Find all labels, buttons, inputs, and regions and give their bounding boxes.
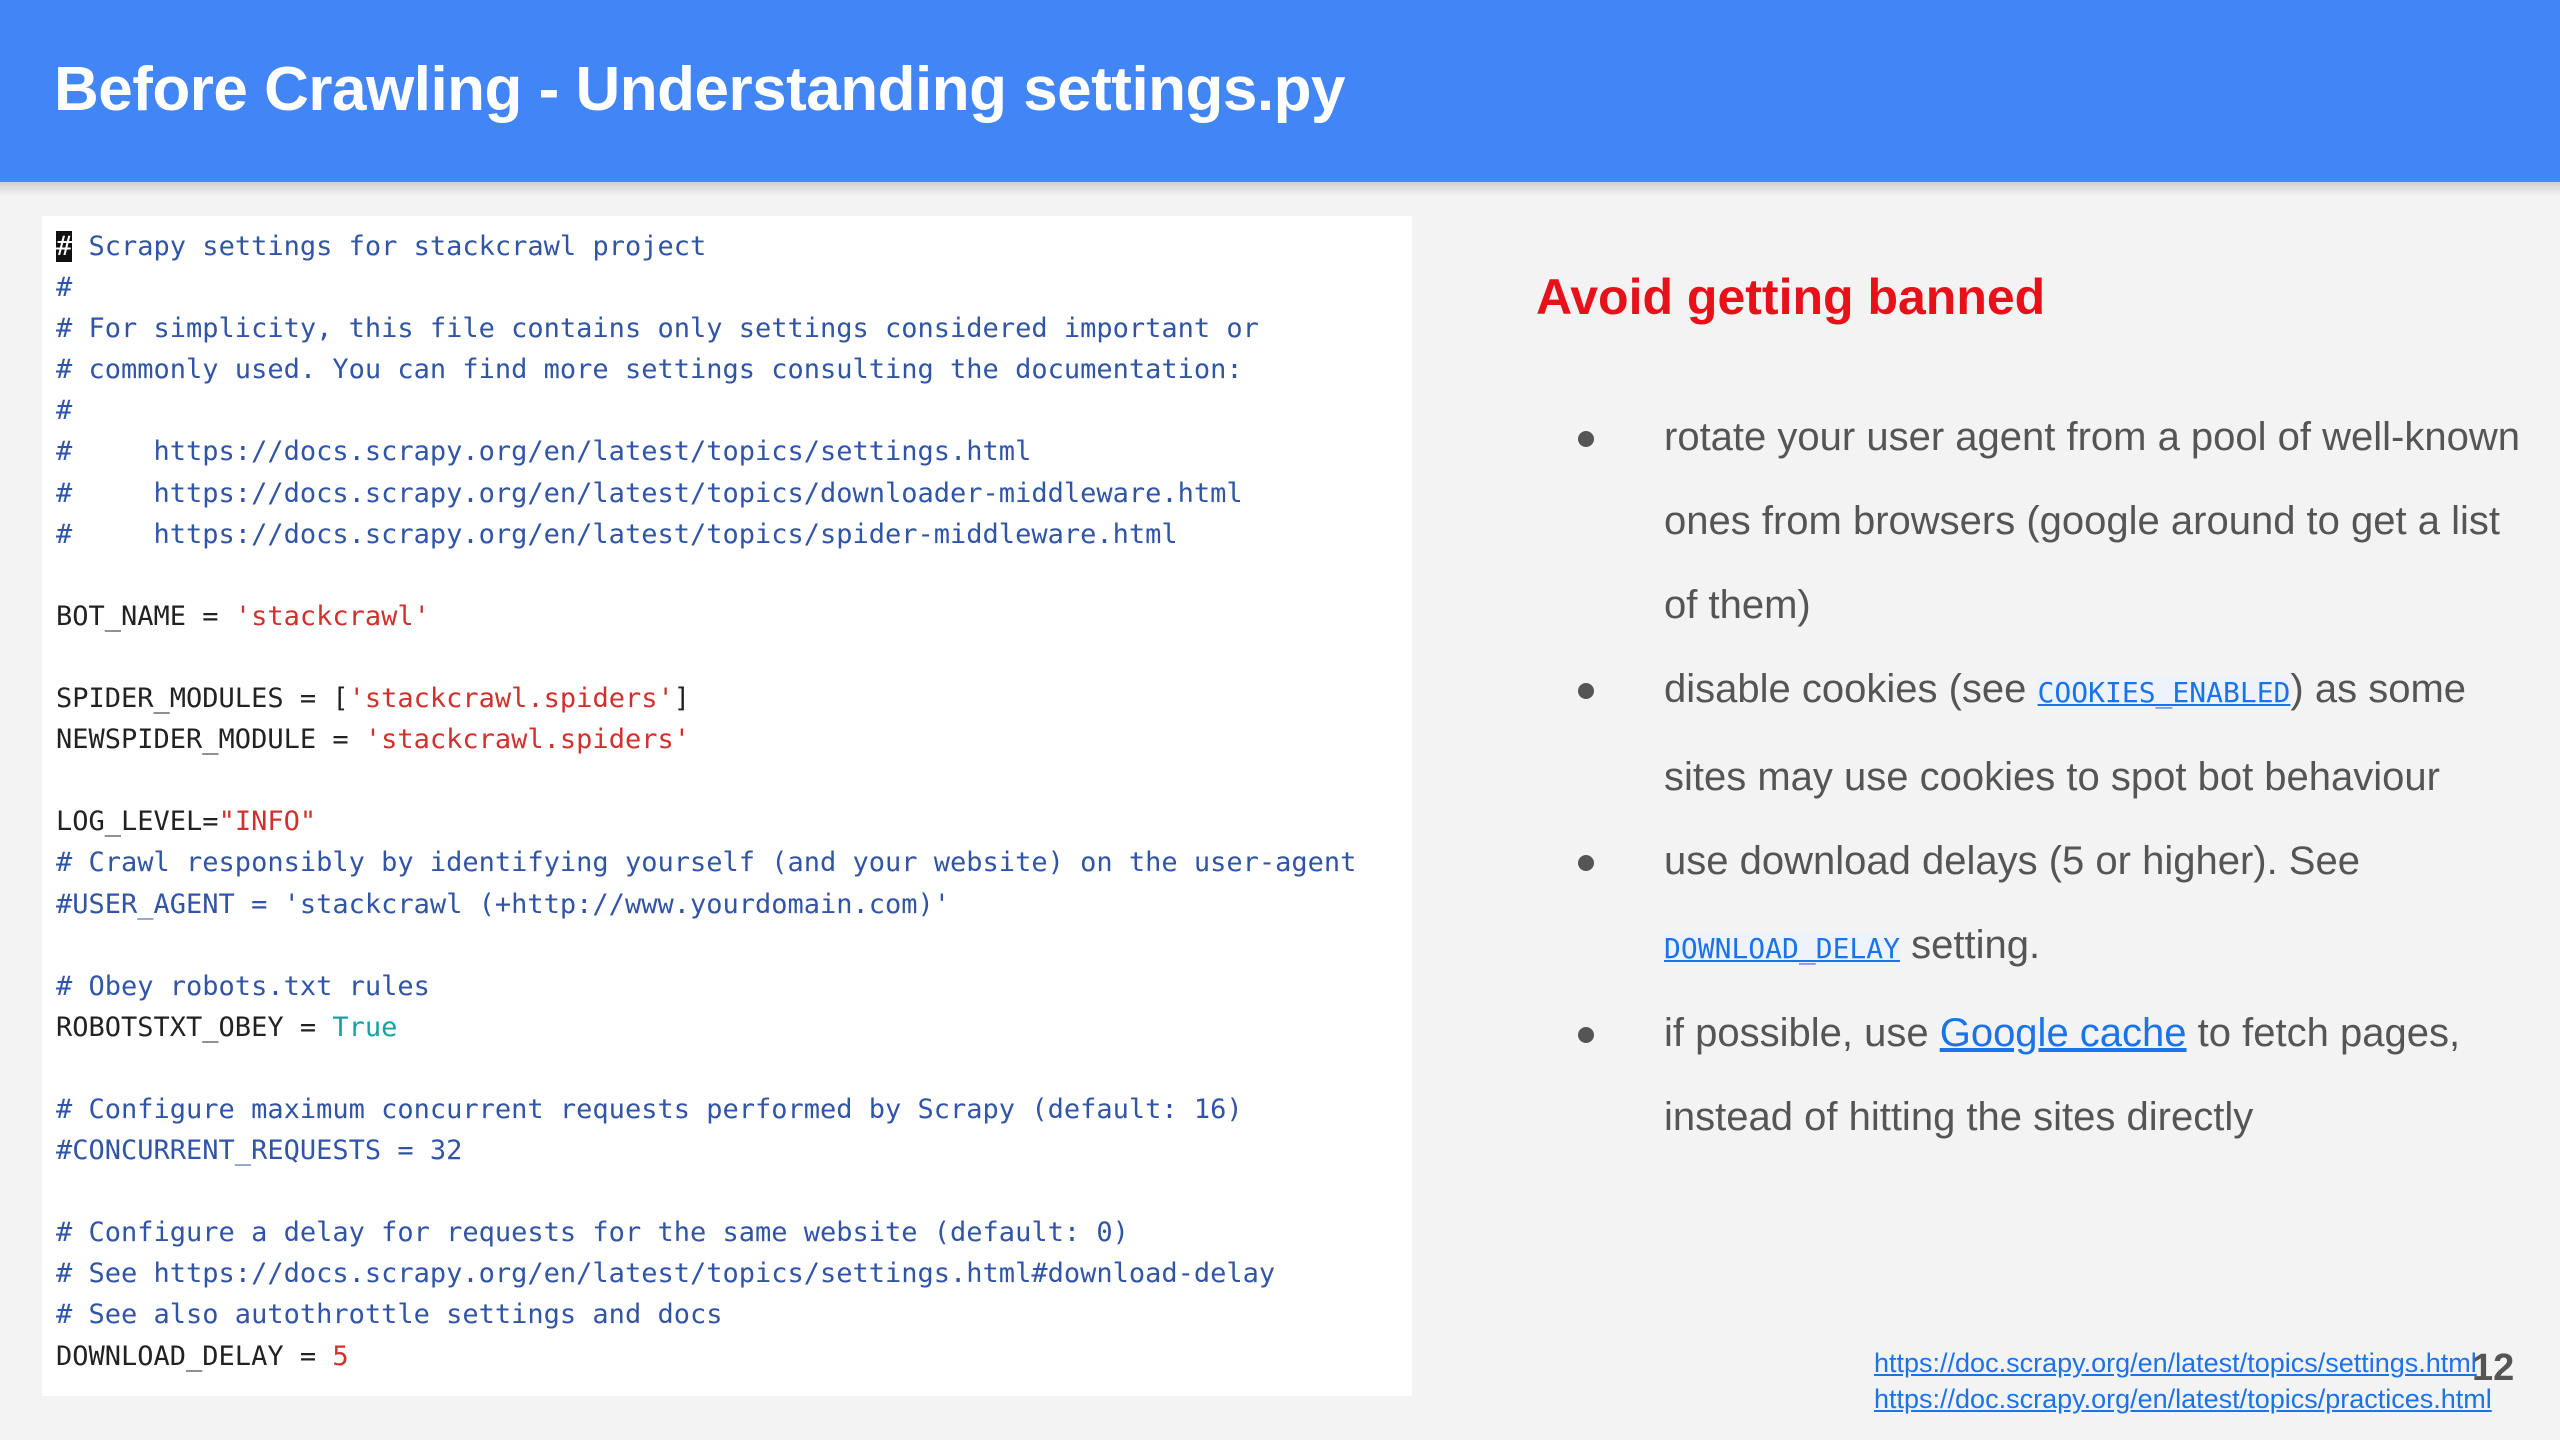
tips-list: rotate your user agent from a pool of we… — [1560, 395, 2520, 1159]
code-token-plain: NEWSPIDER_MODULE = — [56, 724, 365, 756]
code-token-plain: DOWNLOAD_DELAY = — [56, 1340, 333, 1372]
tip-item: rotate your user agent from a pool of we… — [1560, 395, 2520, 647]
slide-title: Before Crawling - Understanding settings… — [54, 55, 1345, 124]
code-line: # See also autothrottle settings and doc… — [56, 1294, 1356, 1335]
code-line: DOWNLOAD_DELAY = 5 — [56, 1336, 1356, 1377]
code-line: BOT_NAME = 'stackcrawl' — [56, 596, 1356, 637]
tip-text: setting. — [1900, 923, 2041, 967]
google-cache-link[interactable]: Google cache — [1940, 1011, 2187, 1055]
code-token-num: 5 — [332, 1340, 349, 1372]
code-token-comment: # See also autothrottle settings and doc… — [56, 1299, 723, 1331]
code-token-str: 'stackcrawl.spiders' — [364, 724, 690, 756]
code-token-str: 'stackcrawl.spiders' — [348, 683, 674, 715]
code-line: ROBOTSTXT_OBEY = True — [56, 1007, 1356, 1048]
code-token-plain: SPIDER_MODULES = [ — [56, 683, 349, 715]
tip-item: if possible, use Google cache to fetch p… — [1560, 991, 2520, 1159]
tip-item: disable cookies (see COOKIES_ENABLED) as… — [1560, 647, 2520, 819]
bullet-dot-icon — [1578, 855, 1594, 871]
code-line: LOG_LEVEL="INFO" — [56, 801, 1356, 842]
code-token-comment: # https://docs.scrapy.org/en/latest/topi… — [56, 436, 1032, 468]
code-line: # Crawl responsibly by identifying yours… — [56, 842, 1356, 883]
tip-text: if possible, use — [1664, 1011, 1940, 1055]
tip-text: use download delays (5 or higher). See — [1664, 839, 2360, 883]
code-token-plain: ] — [673, 683, 690, 715]
code-token-comment: # — [56, 272, 73, 304]
code-line: # https://docs.scrapy.org/en/latest/topi… — [56, 514, 1356, 555]
code-line: #USER_AGENT = 'stackcrawl (+http://www.y… — [56, 884, 1356, 925]
code-token-comment: # See https://docs.scrapy.org/en/latest/… — [56, 1258, 1276, 1290]
code-token-comment: # Obey robots.txt rules — [56, 970, 430, 1002]
code-line: # For simplicity, this file contains onl… — [56, 308, 1356, 349]
slide-header: Before Crawling - Understanding settings… — [0, 0, 2560, 182]
code-token-comment: # Crawl responsibly by identifying yours… — [56, 847, 1357, 879]
code-line: # Configure maximum concurrent requests … — [56, 1089, 1356, 1130]
code-line: # Scrapy settings for stackcrawl project — [56, 226, 1356, 267]
code-token-comment: #CONCURRENT_REQUESTS = 32 — [56, 1135, 463, 1167]
code-token-plain: LOG_LEVEL= — [56, 806, 219, 838]
code-line: # Configure a delay for requests for the… — [56, 1212, 1356, 1253]
code-token-comment: # https://docs.scrapy.org/en/latest/topi… — [56, 518, 1178, 550]
code-token-plain: BOT_NAME = — [56, 600, 235, 632]
tip-text: rotate your user agent from a pool of we… — [1664, 415, 2520, 627]
tip-item: use download delays (5 or higher). See D… — [1560, 819, 2520, 991]
code-line: # https://docs.scrapy.org/en/latest/topi… — [56, 431, 1356, 472]
setting-link[interactable]: DOWNLOAD_DELAY — [1664, 932, 1901, 965]
code-token-comment: #USER_AGENT = 'stackcrawl (+http://www.y… — [56, 888, 951, 920]
bullet-dot-icon — [1578, 431, 1594, 447]
reference-links: https://doc.scrapy.org/en/latest/topics/… — [1874, 1345, 2492, 1417]
code-line: # Obey robots.txt rules — [56, 966, 1356, 1007]
code-token-kw: True — [332, 1011, 398, 1043]
code-line: # — [56, 390, 1356, 431]
bullet-dot-icon — [1578, 1027, 1594, 1043]
code-token-str: "INFO" — [218, 806, 317, 838]
code-token-plain: ROBOTSTXT_OBEY = — [56, 1011, 333, 1043]
code-token-comment: # https://docs.scrapy.org/en/latest/topi… — [56, 477, 1243, 509]
text-cursor: # — [56, 231, 73, 262]
code-token-comment: # — [56, 395, 73, 427]
code-line: # — [56, 267, 1356, 308]
code-token-comment: # Configure a delay for requests for the… — [56, 1217, 1129, 1249]
code-token-comment: Scrapy settings for stackcrawl project — [72, 231, 707, 262]
code-panel: # Scrapy settings for stackcrawl project… — [42, 216, 1412, 1396]
code-line: #CONCURRENT_REQUESTS = 32 — [56, 1130, 1356, 1171]
code-line: NEWSPIDER_MODULE = 'stackcrawl.spiders' — [56, 719, 1356, 760]
reference-link-settings[interactable]: https://doc.scrapy.org/en/latest/topics/… — [1874, 1345, 2492, 1381]
code-token-comment: # commonly used. You can find more setti… — [56, 354, 1243, 386]
reference-link-practices[interactable]: https://doc.scrapy.org/en/latest/topics/… — [1874, 1381, 2492, 1417]
code-block: # Scrapy settings for stackcrawl project… — [56, 226, 1356, 1377]
code-token-comment: # Configure maximum concurrent requests … — [56, 1093, 1243, 1125]
tip-text: disable cookies (see — [1664, 667, 2038, 711]
code-token-str: 'stackcrawl' — [234, 600, 430, 632]
code-line: # commonly used. You can find more setti… — [56, 349, 1356, 390]
bullet-dot-icon — [1578, 683, 1594, 699]
code-line: SPIDER_MODULES = ['stackcrawl.spiders'] — [56, 678, 1356, 719]
page-number: 12 — [2472, 1347, 2515, 1389]
header-shadow — [0, 182, 2560, 196]
code-line: # See https://docs.scrapy.org/en/latest/… — [56, 1253, 1356, 1294]
code-line: # https://docs.scrapy.org/en/latest/topi… — [56, 473, 1356, 514]
tips-heading: Avoid getting banned — [1536, 269, 2046, 325]
setting-link[interactable]: COOKIES_ENABLED — [2037, 676, 2291, 709]
code-token-comment: # For simplicity, this file contains onl… — [56, 313, 1259, 345]
